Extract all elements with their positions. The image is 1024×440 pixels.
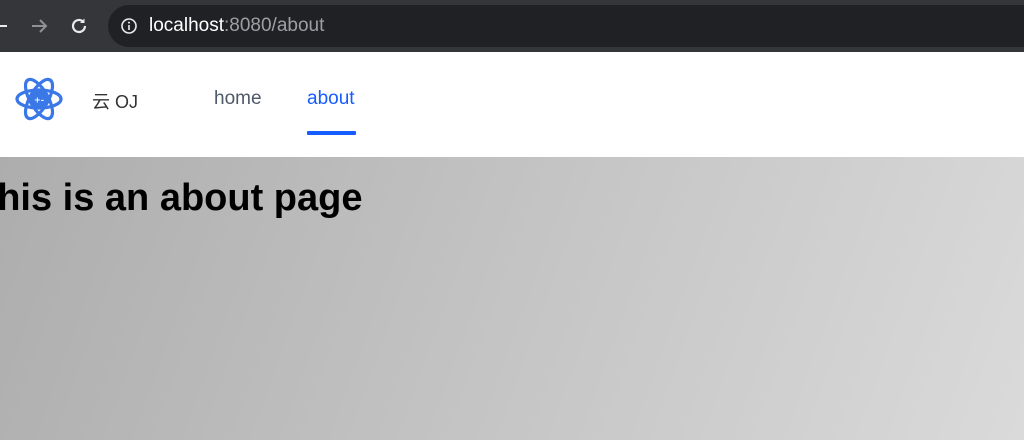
info-icon[interactable] [120,17,138,35]
menu-item-about[interactable]: about [307,88,355,110]
url-path: :8080/about [224,15,325,36]
reload-button[interactable] [65,12,93,40]
back-button[interactable] [0,12,14,40]
url-text[interactable]: localhost:8080/about [149,5,324,47]
menu-item-home[interactable]: home [214,88,262,110]
svg-text:+-: +- [34,96,44,105]
active-menu-indicator [307,131,356,135]
browser-toolbar: localhost:8080/about [0,0,1024,52]
app-header: +- 云 OJ home about [0,52,1024,157]
address-bar[interactable]: localhost:8080/about [108,5,1024,47]
main-content: This is an about page [0,157,1024,440]
arrow-left-icon [0,25,7,27]
reload-icon [71,18,87,34]
atom-logo-icon[interactable]: +- [14,74,64,124]
arrow-right-icon [32,19,48,33]
brand-title[interactable]: 云 OJ [92,88,138,114]
forward-button[interactable] [25,12,53,40]
page-heading: This is an about page [0,177,363,219]
url-host: localhost [149,15,224,36]
